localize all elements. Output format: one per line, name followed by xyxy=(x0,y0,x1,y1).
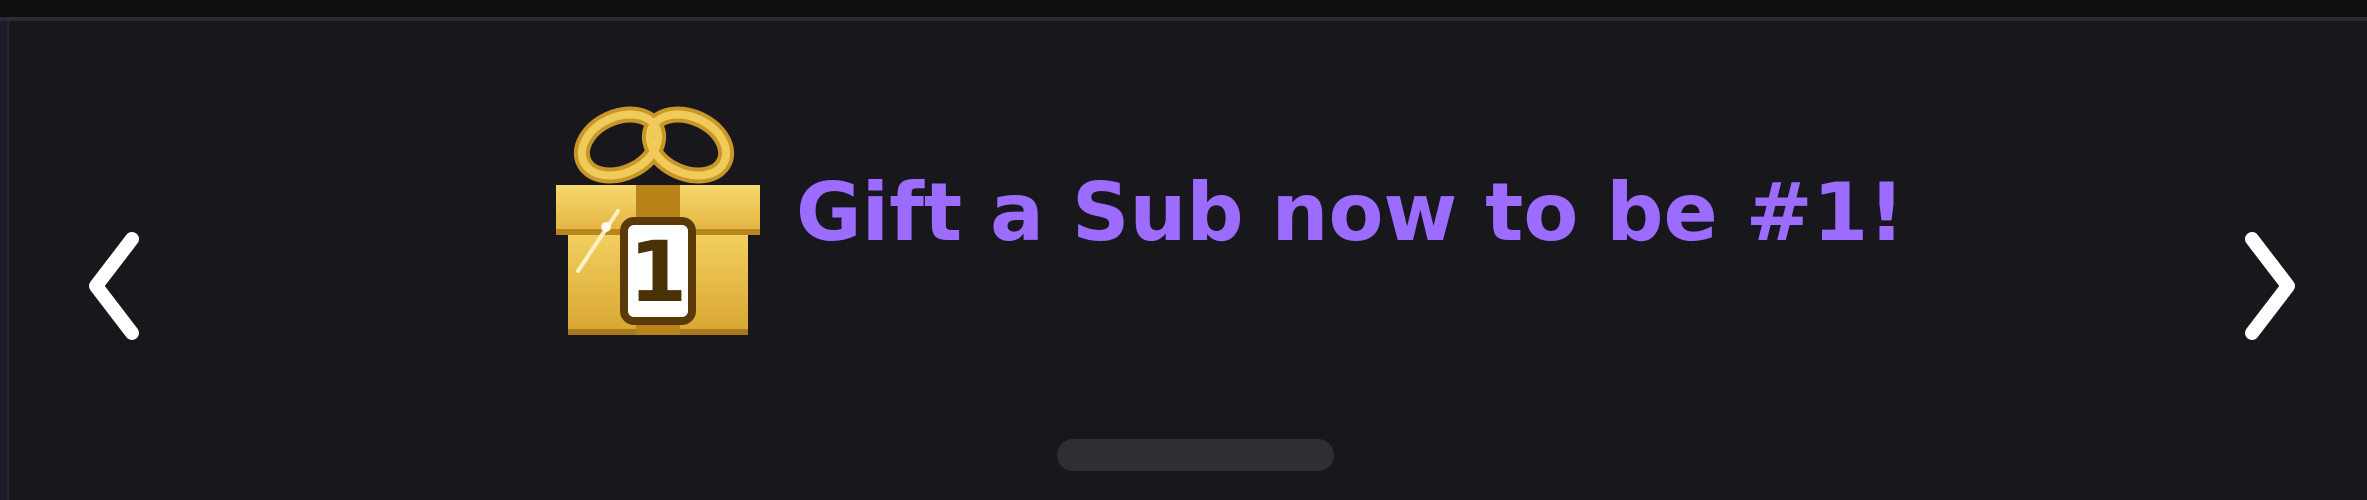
previous-slide-button[interactable] xyxy=(72,221,162,351)
promo-carousel: 1 Gift a Sub now to be #1! xyxy=(0,21,2367,500)
next-slide-button[interactable] xyxy=(2222,221,2312,351)
top-strip xyxy=(0,0,2367,17)
promo-slide[interactable]: 1 Gift a Sub now to be #1! xyxy=(548,101,1968,341)
gift-sub-leaderboard-banner: 1 Gift a Sub now to be #1! xyxy=(0,0,2367,500)
gift-box-rank-1-icon: 1 xyxy=(548,101,768,341)
promo-message: Gift a Sub now to be #1! xyxy=(796,166,1905,259)
gift-badge-number: 1 xyxy=(629,223,687,321)
chevron-left-icon xyxy=(89,232,139,340)
chevron-right-icon xyxy=(2245,232,2295,340)
carousel-pager-indicator[interactable] xyxy=(1057,439,1334,471)
